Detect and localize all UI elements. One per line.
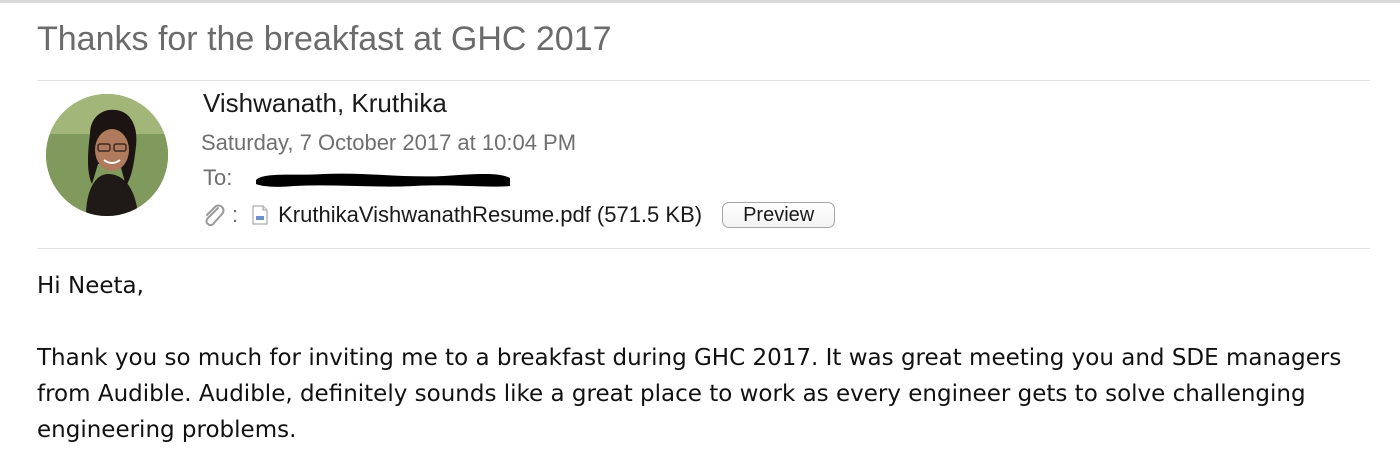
sent-date: Saturday, 7 October 2017 at 10:04 PM (201, 130, 577, 155)
redacted-recipient (256, 173, 510, 187)
pdf-icon (252, 205, 268, 225)
attachment-row: : KruthikaVishwanathResume.pdf (571.5 KB… (200, 199, 836, 231)
attachment-label: : (232, 202, 239, 227)
email-subject: Thanks for the breakfast at GHC 2017 (37, 20, 612, 58)
body-divider (37, 248, 1370, 249)
sender-avatar[interactable] (46, 94, 168, 216)
email-body: Hi Neeta, Thank you so much for inviting… (37, 268, 1387, 448)
preview-button[interactable]: Preview (722, 202, 836, 228)
avatar-photo (46, 94, 168, 216)
body-paragraph: Thank you so much for inviting me to a b… (37, 345, 1342, 443)
sender-name[interactable]: Vishwanath, Kruthika (203, 88, 447, 119)
body-greeting: Hi Neeta, (37, 273, 144, 299)
header-divider (37, 80, 1370, 81)
window-top-border (0, 0, 1400, 3)
attachment-file[interactable]: KruthikaVishwanathResume.pdf (571.5 KB) (278, 202, 702, 228)
to-label: To: (203, 165, 233, 190)
paperclip-icon (200, 202, 226, 228)
